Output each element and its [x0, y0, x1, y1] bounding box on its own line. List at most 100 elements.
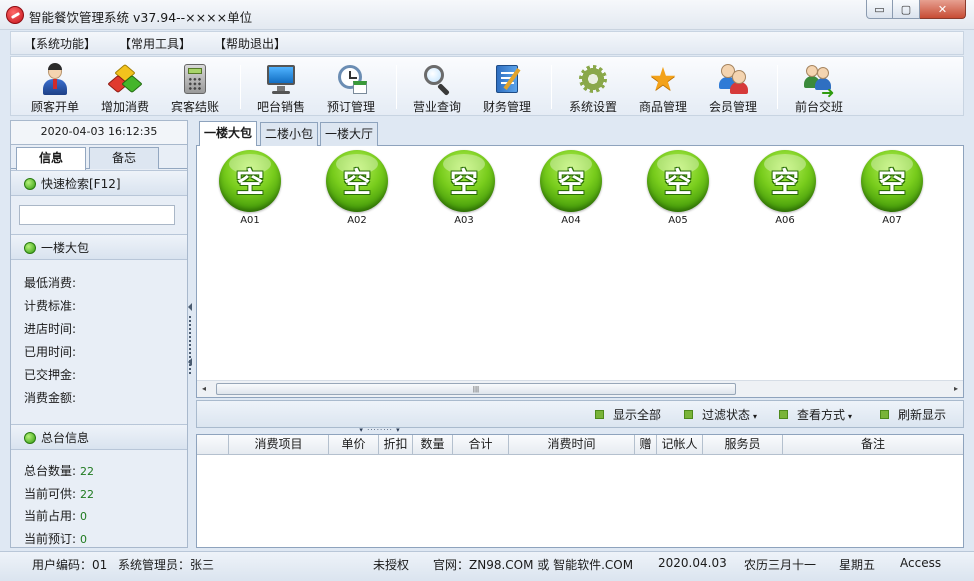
system-settings-button[interactable]: 系统设置 — [555, 61, 631, 114]
tab-memo[interactable]: 备忘 — [89, 147, 159, 169]
tab-first-floor-large[interactable]: 一楼大包 — [199, 121, 258, 146]
room-tile[interactable]: 空 A07 — [859, 150, 925, 230]
green-dot-icon — [24, 242, 36, 254]
website-text: 官网：ZN98.COM 或 智能软件.COM — [433, 558, 634, 572]
room-name: A06 — [775, 215, 795, 226]
room-name: A05 — [668, 215, 688, 226]
chevron-down-icon: ▾ — [848, 412, 853, 421]
column-header-time[interactable]: 消费时间 — [509, 435, 635, 455]
view-action-bar: 显示全部 过滤状态 ▾ 查看方式 ▾ 刷新显示 — [196, 400, 964, 428]
close-button[interactable]: ✕ — [920, 0, 966, 19]
clock-calendar-icon — [335, 63, 367, 95]
toolbar-separator — [240, 65, 241, 109]
consumption-detail-table: 消费项目 单价 折扣 数量 合计 消费时间 赠 记帐人 服务员 备注 — [196, 434, 964, 548]
column-header-indicator — [197, 435, 229, 455]
open-order-label: 顾客开单 — [30, 100, 79, 114]
toolbar: 顾客开单 增加消费 宾客结账 吧台销售 预订管理 营业查询 财务管理 系统设置 … — [10, 56, 964, 116]
status-bar: 用户编码：01 系统管理员：张三 未授权 官网：ZN98.COM 或 智能软件.… — [0, 551, 974, 581]
info-tabs: 信息 备忘 — [11, 147, 187, 170]
window-controls: ▭ ▢ ✕ — [866, 0, 966, 19]
view-mode-dropdown[interactable]: 查看方式 ▾ — [779, 406, 852, 423]
room-tile[interactable]: 空 A06 — [752, 150, 818, 230]
maximize-button[interactable]: ▢ — [893, 0, 920, 19]
reservation-label: 预订管理 — [326, 100, 375, 114]
status-date: 2020.04.03 — [658, 556, 727, 570]
tab-first-floor-hall[interactable]: 一楼大厅 — [320, 122, 379, 146]
summary-row: 当前占用: 0 — [24, 507, 187, 530]
summary-row: 总台数量: 22 — [24, 462, 187, 485]
gear-icon — [577, 63, 609, 95]
column-header-total[interactable]: 合计 — [453, 435, 509, 455]
total-tables-label: 总台数量: — [24, 464, 77, 478]
room-tile[interactable]: 空 A01 — [217, 150, 283, 230]
room-status-icon: 空 — [326, 150, 388, 212]
open-order-button[interactable]: 顾客开单 — [17, 61, 93, 114]
app-logo-icon — [6, 6, 24, 24]
minimize-button[interactable]: ▭ — [866, 0, 893, 19]
panel-splitter[interactable] — [188, 120, 194, 548]
green-square-icon — [880, 410, 889, 419]
bar-sales-button[interactable]: 吧台销售 — [243, 61, 319, 114]
member-management-button[interactable]: 会员管理 — [695, 61, 771, 114]
toolbar-separator — [551, 65, 552, 109]
available-value: 22 — [80, 487, 95, 501]
summary-list: 总台数量: 22 当前可供: 22 当前占用: 0 当前预订: 0 — [11, 450, 187, 548]
column-header-price[interactable]: 单价 — [329, 435, 379, 455]
column-header-waiter[interactable]: 服务员 — [703, 435, 783, 455]
room-name: A04 — [561, 215, 581, 226]
checkout-button[interactable]: 宾客结账 — [157, 61, 233, 114]
license-status: 未授权 — [373, 558, 410, 572]
product-management-button[interactable]: ★ 商品管理 — [625, 60, 701, 114]
column-header-discount[interactable]: 折扣 — [379, 435, 413, 455]
show-all-button[interactable]: 显示全部 — [595, 406, 661, 423]
area-title: 一楼大包 — [41, 241, 90, 255]
collapse-left-icon[interactable] — [188, 303, 192, 311]
summary-header[interactable]: 总台信息 — [11, 424, 187, 450]
room-tile[interactable]: 空 A04 — [538, 150, 604, 230]
consumption-amount-label: 消费金额: — [24, 391, 77, 405]
menu-help-exit[interactable]: 【帮助退出】 — [201, 35, 296, 52]
column-header-remark[interactable]: 备注 — [783, 435, 963, 455]
horizontal-scrollbar[interactable]: ◂ ǀǀǀ ▸ — [197, 380, 963, 397]
star-icon: ★ — [648, 60, 678, 98]
filter-status-dropdown[interactable]: 过滤状态 ▾ — [684, 406, 757, 423]
current-datetime: 2020-04-03 16:12:35 — [11, 121, 187, 145]
scroll-left-icon[interactable]: ◂ — [202, 384, 206, 393]
refresh-button[interactable]: 刷新显示 — [880, 406, 946, 423]
title-bar[interactable]: 智能餐饮管理系统 v37.94--××××单位 ▭ ▢ ✕ — [0, 0, 974, 30]
add-consumption-button[interactable]: 增加消费 — [87, 61, 163, 114]
room-status-icon: 空 — [433, 150, 495, 212]
room-tile[interactable]: 空 A05 — [645, 150, 711, 230]
menu-common-tools[interactable]: 【常用工具】 — [106, 35, 201, 52]
window-title: 智能餐饮管理系统 v37.94--××××单位 — [29, 10, 253, 25]
summary-row: 当前预订: 0 — [24, 530, 187, 548]
collapse-left-icon[interactable] — [188, 358, 192, 366]
column-header-recorder[interactable]: 记帐人 — [657, 435, 703, 455]
occupied-value: 0 — [80, 510, 88, 523]
column-header-gift[interactable]: 赠 — [635, 435, 657, 455]
ledger-icon — [491, 63, 523, 95]
quick-search-input[interactable] — [19, 205, 175, 225]
shift-handover-button[interactable]: ➜ 前台交班 — [781, 61, 857, 114]
room-name: A07 — [882, 215, 902, 226]
tab-info[interactable]: 信息 — [16, 147, 86, 170]
room-tile[interactable]: 空 A02 — [324, 150, 390, 230]
business-query-button[interactable]: 营业查询 — [399, 61, 475, 114]
menu-system-functions[interactable]: 【系统功能】 — [11, 35, 106, 52]
room-tile[interactable]: 空 A03 — [431, 150, 497, 230]
reservation-button[interactable]: 预订管理 — [313, 61, 389, 114]
calculator-icon — [179, 63, 211, 95]
area-header[interactable]: 一楼大包 — [11, 234, 187, 260]
scroll-right-icon[interactable]: ▸ — [954, 384, 958, 393]
scroll-thumb[interactable]: ǀǀǀ — [216, 383, 736, 395]
tab-second-floor-small[interactable]: 二楼小包 — [260, 122, 319, 146]
quick-search-header[interactable]: 快速检索[F12] — [11, 170, 187, 196]
product-management-label: 商品管理 — [638, 100, 687, 114]
operator-name: 系统管理员：张三 — [118, 558, 215, 572]
min-consumption-label: 最低消费: — [24, 276, 77, 290]
green-square-icon — [595, 410, 604, 419]
column-header-item[interactable]: 消费项目 — [229, 435, 329, 455]
member-management-label: 会员管理 — [708, 100, 757, 114]
finance-button[interactable]: 财务管理 — [469, 61, 545, 114]
column-header-quantity[interactable]: 数量 — [413, 435, 453, 455]
